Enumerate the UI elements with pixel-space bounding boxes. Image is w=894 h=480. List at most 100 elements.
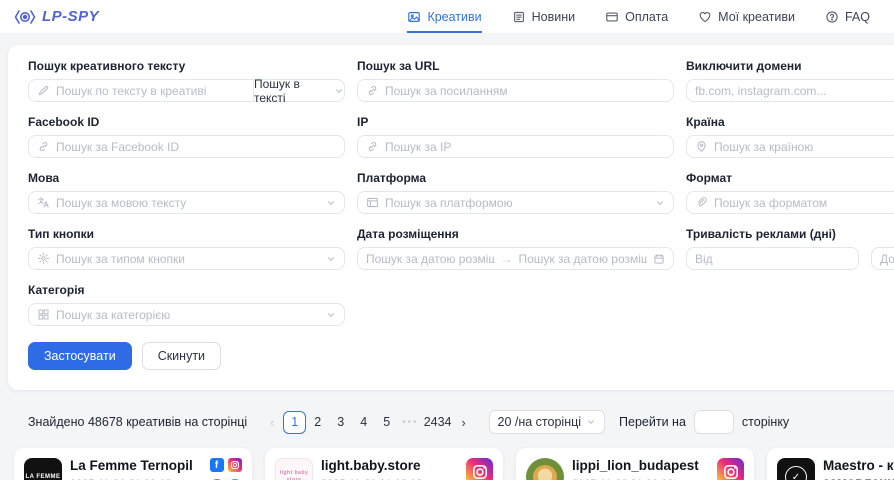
next-page-icon[interactable]: › bbox=[453, 415, 475, 430]
avatar: ✓ bbox=[777, 458, 815, 480]
goto-prefix-label: Перейти на bbox=[619, 415, 686, 429]
facebook-id-input[interactable] bbox=[56, 140, 336, 154]
calendar-icon bbox=[653, 253, 665, 265]
field-label: Платформа bbox=[357, 171, 674, 185]
chevron-down-icon bbox=[326, 254, 336, 264]
creative-card[interactable]: light baby store light.baby.store 2025-1… bbox=[265, 448, 503, 480]
category-select[interactable]: Пошук за категорією bbox=[28, 303, 345, 326]
page-button[interactable]: 1 bbox=[283, 411, 306, 434]
field-placement-date: Дата розміщення Пошук за датою розміщенн… bbox=[357, 227, 674, 270]
field-button-type: Тип кнопки Пошук за типом кнопки bbox=[28, 227, 345, 270]
creative-text-input[interactable] bbox=[56, 84, 245, 98]
tab-label: Мої креативи bbox=[718, 10, 795, 24]
chevron-down-icon bbox=[334, 86, 344, 96]
tab-creatives[interactable]: Креативи bbox=[407, 0, 481, 33]
goto-page: Перейти на сторінку bbox=[619, 410, 789, 434]
tab-label: Оплата bbox=[625, 10, 668, 24]
field-label: Тип кнопки bbox=[28, 227, 345, 241]
main-nav: Креативи Новини Оплата Мої креативи FAQ bbox=[407, 0, 870, 33]
instagram-icon[interactable] bbox=[228, 458, 242, 472]
field-label: Тривалість реклами (дні) bbox=[686, 227, 894, 241]
field-category: Категорія Пошук за категорією bbox=[28, 283, 345, 326]
field-label: Пошук креативного тексту bbox=[28, 59, 345, 73]
tab-label: Новини bbox=[532, 10, 576, 24]
field-creative-text: Пошук креативного тексту Пошук в тексті bbox=[28, 59, 345, 102]
avatar: LA FEMME bbox=[24, 458, 62, 480]
filter-panel: Пошук креативного тексту Пошук в тексті … bbox=[8, 45, 894, 390]
lion-logo bbox=[533, 465, 557, 480]
facebook-icon[interactable]: f bbox=[210, 458, 224, 472]
button-type-select[interactable]: Пошук за типом кнопки bbox=[28, 247, 345, 270]
goto-page-input[interactable] bbox=[694, 410, 734, 434]
url-input[interactable] bbox=[385, 84, 665, 98]
field-platform: Платформа Пошук за платформою bbox=[357, 171, 674, 214]
pencil-icon bbox=[37, 84, 50, 97]
select-placeholder: Пошук за мовою тексту bbox=[56, 196, 320, 210]
select-placeholder: Пошук за типом кнопки bbox=[56, 252, 320, 266]
tab-news[interactable]: Новини bbox=[512, 0, 576, 33]
goto-suffix-label: сторінку bbox=[742, 415, 789, 429]
platform-select[interactable]: Пошук за платформою bbox=[357, 191, 674, 214]
country-input[interactable] bbox=[714, 140, 894, 154]
page-button[interactable]: 5 bbox=[375, 411, 398, 434]
tab-my-creatives[interactable]: Мої креативи bbox=[698, 0, 795, 33]
instagram-icon[interactable] bbox=[717, 458, 744, 480]
field-exclude-domains: Виключити домени bbox=[686, 59, 894, 102]
date-range-picker[interactable]: Пошук за датою розміщення → Пошук за дат… bbox=[357, 247, 674, 270]
language-select[interactable]: Пошук за мовою тексту bbox=[28, 191, 345, 214]
reset-button[interactable]: Скинути bbox=[142, 342, 221, 370]
tab-faq[interactable]: FAQ bbox=[825, 0, 870, 33]
translate-icon bbox=[37, 196, 50, 209]
heart-icon bbox=[698, 10, 712, 24]
question-icon bbox=[825, 10, 839, 24]
page-button[interactable]: 2434 bbox=[423, 411, 453, 434]
creative-card[interactable]: LA FEMME La Femme Ternopil 2025-11-20 21… bbox=[14, 448, 252, 480]
select-placeholder: Пошук за платформою bbox=[385, 196, 649, 210]
results-summary: Знайдено 48678 креативів на сторінці bbox=[28, 415, 247, 429]
card-title: lippi_lion_budapest bbox=[572, 458, 709, 475]
news-icon bbox=[512, 10, 526, 24]
prev-page-icon[interactable]: ‹ bbox=[261, 415, 283, 430]
ip-input[interactable] bbox=[385, 140, 665, 154]
brand-logo[interactable]: LP-SPY bbox=[14, 8, 99, 25]
page-button[interactable]: 4 bbox=[352, 411, 375, 434]
field-label: Мова bbox=[28, 171, 345, 185]
duration-to-input[interactable] bbox=[880, 252, 894, 266]
field-facebook-id: Facebook ID bbox=[28, 115, 345, 158]
date-from-placeholder: Пошук за датою розміщення bbox=[366, 252, 495, 266]
duration-from-input[interactable] bbox=[695, 252, 850, 266]
date-to-placeholder: Пошук за датою розміщення bbox=[519, 252, 648, 266]
page-ellipsis[interactable]: ••• bbox=[398, 417, 423, 428]
format-select[interactable]: Пошук за форматом bbox=[686, 191, 894, 214]
creative-cards-row: LA FEMME La Femme Ternopil 2025-11-20 21… bbox=[0, 448, 894, 480]
avatar-text: LA FEMME bbox=[25, 473, 60, 480]
field-duration: Тривалість реклами (дні) bbox=[686, 227, 894, 270]
maestro-emblem: ✓ bbox=[785, 466, 807, 480]
creative-card[interactable]: lippi_lion_budapest 2025-11-20 21:02:03 … bbox=[516, 448, 754, 480]
field-url: Пошук за URL bbox=[357, 59, 674, 102]
creative-card[interactable]: ✓ Maestro - кухні, ме замовлення в Ужг 2… bbox=[767, 448, 894, 480]
field-label: Пошук за URL bbox=[357, 59, 674, 73]
card-title: light.baby.store bbox=[321, 458, 458, 475]
page-size-select[interactable]: 20 /на сторінці bbox=[489, 410, 606, 434]
field-ip: IP bbox=[357, 115, 674, 158]
exclude-domains-input[interactable] bbox=[695, 84, 894, 98]
field-label: IP bbox=[357, 115, 674, 129]
apply-button[interactable]: Застосувати bbox=[28, 342, 132, 370]
tab-label: Креативи bbox=[427, 10, 481, 24]
instagram-icon[interactable] bbox=[466, 458, 493, 480]
search-mode-select[interactable]: Пошук в тексті bbox=[253, 79, 345, 102]
grid-icon bbox=[37, 308, 50, 321]
paperclip-icon bbox=[695, 196, 708, 209]
page-size-value: 20 /на сторінці bbox=[498, 415, 582, 429]
page-button[interactable]: 3 bbox=[329, 411, 352, 434]
avatar-text: light baby store bbox=[276, 470, 312, 480]
page-button[interactable]: 2 bbox=[306, 411, 329, 434]
tab-payment[interactable]: Оплата bbox=[605, 0, 668, 33]
card-icon bbox=[605, 10, 619, 24]
field-language: Мова Пошук за мовою тексту bbox=[28, 171, 345, 214]
field-label: Виключити домени bbox=[686, 59, 894, 73]
chevron-down-icon bbox=[586, 417, 596, 427]
tab-label: FAQ bbox=[845, 10, 870, 24]
field-format: Формат Пошук за форматом bbox=[686, 171, 894, 214]
